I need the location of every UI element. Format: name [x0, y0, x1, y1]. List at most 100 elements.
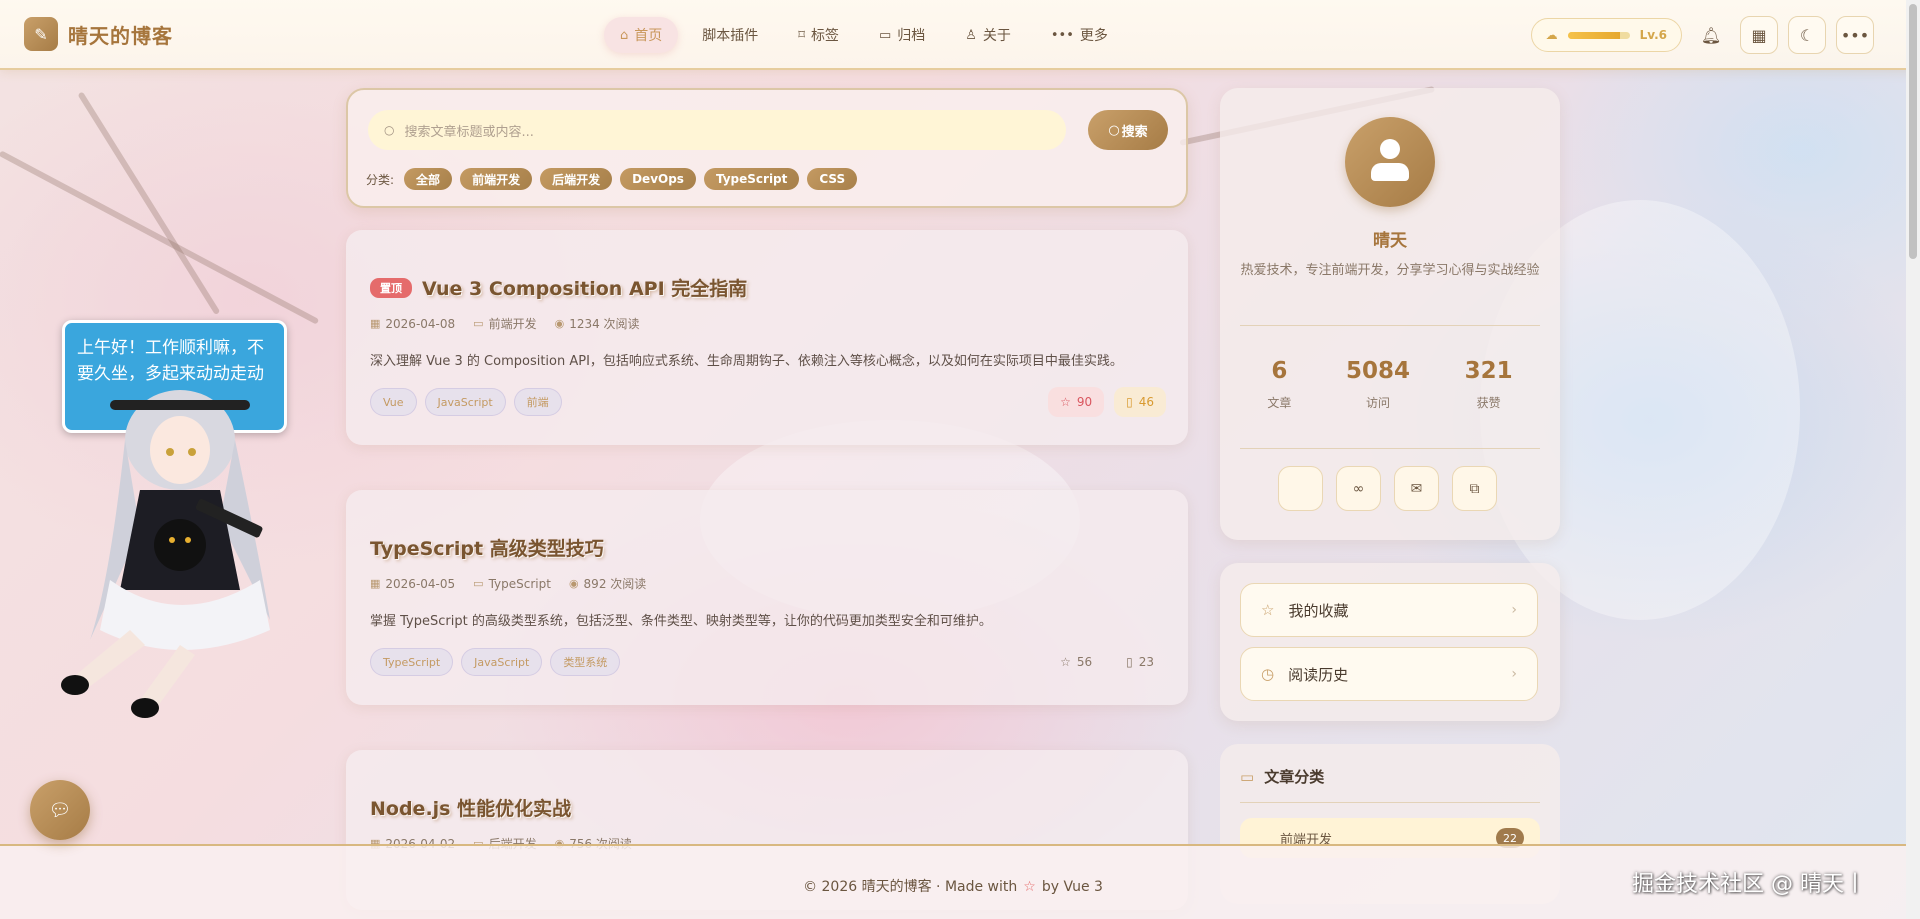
post-tag[interactable]: JavaScript	[424, 388, 506, 416]
bookmark-button[interactable]: ▯ 23	[1114, 647, 1166, 677]
site-logo[interactable]: ✎ 晴天的博客	[24, 17, 173, 51]
eye-icon: ◉	[554, 317, 565, 330]
post-meta: ▦ 2026-04-05 ▭ TypeScript ◉ 892 次阅读	[370, 575, 646, 592]
category-filter: 分类: 全部 前端开发 后端开发 DevOps TypeScript CSS	[366, 168, 858, 190]
category-chip-typescript[interactable]: TypeScript	[703, 168, 800, 190]
post-excerpt: 深入理解 Vue 3 的 Composition API，包括响应式系统、生命周…	[370, 354, 1123, 369]
post-tag[interactable]: 类型系统	[550, 648, 621, 676]
more-menu-button[interactable]: •••	[1836, 16, 1874, 54]
post-card[interactable]: TypeScript 高级类型技巧 ▦ 2026-04-05 ▭ TypeScrip…	[346, 490, 1188, 705]
more-icon: •••	[1840, 25, 1870, 45]
category-chip-backend[interactable]: 后端开发	[540, 168, 613, 190]
top-navbar: ✎ 晴天的博客 ⌂ 首页 脚本插件 ⌑ 标签 ▭ 归档 ♙ 关于 ••• 更多 …	[0, 0, 1920, 70]
nav-home[interactable]: ⌂ 首页	[604, 17, 679, 53]
calendar-icon: ▦	[370, 577, 381, 590]
post-tag[interactable]: 前端	[513, 388, 562, 416]
post-title[interactable]: Node.js 性能优化实战	[370, 794, 571, 821]
stat-value: 321	[1464, 358, 1513, 384]
history-link[interactable]: ◷ 阅读历史 ›	[1240, 647, 1538, 701]
favorites-link[interactable]: ☆ 我的收藏 ›	[1240, 583, 1538, 637]
moon-icon: ☾	[1799, 25, 1815, 45]
folder-icon: ▭	[878, 27, 892, 43]
home-icon: ⌂	[620, 27, 629, 43]
nav-about[interactable]: ♙ 关于	[949, 17, 1027, 53]
bookmark-count: 46	[1138, 395, 1154, 409]
link-label: 我的收藏	[1288, 601, 1349, 620]
github-button[interactable]	[1278, 466, 1323, 511]
category-chip-devops[interactable]: DevOps	[620, 168, 696, 190]
profile-stats: 6 文章 5084 访问 321 获赞	[1240, 358, 1540, 411]
stat-value: 6	[1271, 358, 1288, 384]
header-actions: ☁ Lv.6 🔔︎ ▦ ☾ •••	[1530, 16, 1874, 54]
category-chip-frontend[interactable]: 前端开发	[460, 168, 533, 190]
category-chip-css[interactable]: CSS	[807, 168, 858, 190]
nav-label: 更多	[1079, 28, 1108, 44]
chat-button[interactable]: 💬︎	[30, 780, 90, 840]
email-button[interactable]: ✉	[1394, 466, 1439, 511]
like-count: 56	[1076, 655, 1093, 669]
post-tag[interactable]: Vue	[370, 388, 417, 416]
post-category[interactable]: TypeScript	[489, 577, 551, 591]
copy-button[interactable]: ⧉	[1452, 466, 1497, 511]
calendar-button[interactable]: ▦	[1740, 16, 1778, 54]
theme-toggle-button[interactable]: ☾	[1788, 16, 1826, 54]
chevron-right-icon: ›	[1511, 602, 1517, 618]
like-count: 90	[1076, 395, 1093, 409]
clock-icon: ◷	[1261, 665, 1275, 683]
search-icon: ○	[1108, 122, 1120, 138]
search-button-label: 搜索	[1121, 124, 1148, 140]
stat-value: 5084	[1345, 358, 1410, 384]
link-button[interactable]: ∞	[1336, 466, 1381, 511]
star-icon: ☆	[1261, 601, 1275, 619]
post-tag[interactable]: JavaScript	[461, 648, 543, 676]
bookmark-button[interactable]: ▯ 46	[1114, 387, 1166, 417]
main-nav: ⌂ 首页 脚本插件 ⌑ 标签 ▭ 归档 ♙ 关于 ••• 更多	[604, 17, 1124, 53]
post-title[interactable]: TypeScript 高级类型技巧	[370, 534, 604, 561]
like-button[interactable]: ☆ 90	[1048, 387, 1105, 417]
stat-label: 文章	[1267, 396, 1292, 410]
bookmark-icon: ▯	[1126, 655, 1133, 669]
search-icon: ○	[384, 123, 395, 137]
page-scrollbar[interactable]	[1906, 0, 1920, 919]
more-icon: •••	[1050, 27, 1074, 43]
category-filter-label: 分类:	[366, 172, 395, 187]
folder-open-icon: ▭	[1240, 767, 1255, 786]
post-title[interactable]: 置顶 Vue 3 Composition API 完全指南	[370, 274, 747, 301]
avatar[interactable]	[1345, 117, 1435, 207]
nav-tags[interactable]: ⌑ 标签	[782, 17, 855, 53]
bookmark-icon: ▯	[1126, 395, 1133, 409]
user-icon: ♙	[965, 27, 977, 43]
post-title-text: Vue 3 Composition API 完全指南	[422, 278, 748, 300]
post-tag[interactable]: TypeScript	[370, 648, 454, 676]
profile-card: 晴天 热爱技术，专注前端开发，分享学习心得与实战经验 6 文章 5084 访问 …	[1220, 88, 1560, 540]
footer-suffix: by Vue 3	[1041, 879, 1103, 895]
upload-cloud-icon: ☁	[1545, 28, 1558, 42]
bookmark-count: 23	[1138, 655, 1154, 669]
like-button[interactable]: ☆ 56	[1048, 647, 1104, 677]
search-button[interactable]: ○ 搜索	[1088, 110, 1168, 150]
level-label: Lv.6	[1639, 28, 1667, 42]
nav-scripts[interactable]: 脚本插件	[686, 17, 774, 53]
nav-archive[interactable]: ▭ 归档	[863, 17, 941, 53]
search-input[interactable]: ○ 搜索文章标题或内容...	[368, 110, 1066, 150]
nav-more[interactable]: ••• 更多	[1035, 17, 1124, 53]
profile-name: 晴天	[1373, 231, 1407, 251]
post-category[interactable]: 前端开发	[489, 315, 537, 332]
stat-label: 访问	[1365, 396, 1390, 410]
level-indicator[interactable]: ☁ Lv.6	[1530, 18, 1682, 52]
category-chip-all[interactable]: 全部	[404, 168, 453, 190]
nav-label: 标签	[810, 28, 839, 44]
scrollbar-thumb[interactable]	[1909, 4, 1917, 259]
nav-label: 脚本插件	[702, 28, 759, 44]
post-card[interactable]: 置顶 Vue 3 Composition API 完全指南 ▦ 2026-04-0…	[346, 230, 1188, 445]
stat-articles[interactable]: 6 文章	[1267, 358, 1291, 411]
folder-icon: ▭	[473, 317, 484, 330]
mascot-character[interactable]	[30, 380, 310, 720]
link-icon: ∞	[1352, 480, 1365, 497]
copy-icon: ⧉	[1469, 480, 1480, 497]
post-title-text: Node.js 性能优化实战	[370, 798, 572, 820]
stat-visits: 5084 访问	[1346, 358, 1410, 411]
post-tags: Vue JavaScript 前端	[370, 388, 562, 416]
nav-label: 关于	[982, 28, 1011, 44]
notification-button[interactable]: 🔔︎	[1692, 16, 1730, 54]
